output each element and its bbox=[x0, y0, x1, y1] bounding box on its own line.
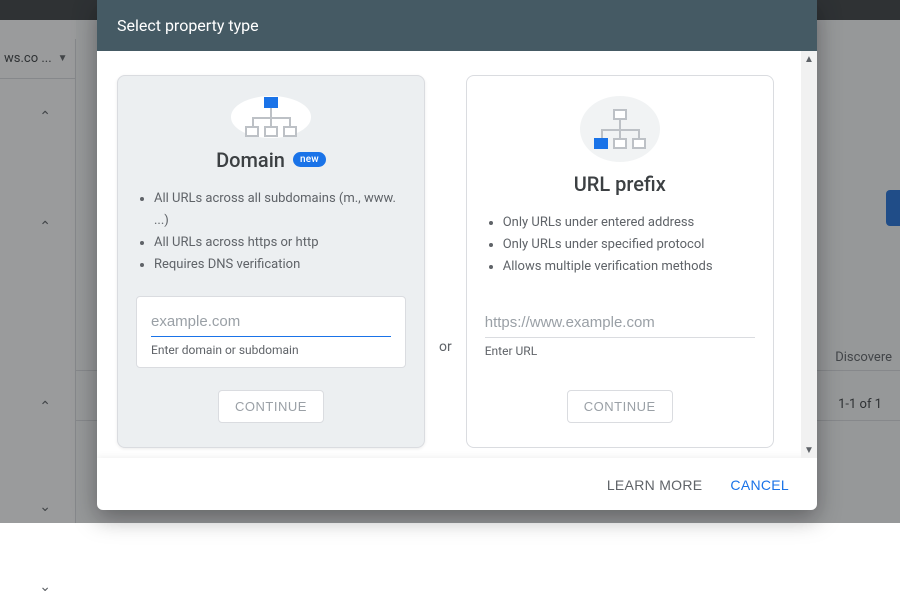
domain-continue-button[interactable]: CONTINUE bbox=[218, 390, 324, 423]
dialog-scrollbar[interactable]: ▲ ▼ bbox=[801, 51, 817, 458]
scroll-up-icon[interactable]: ▲ bbox=[801, 51, 817, 67]
url-prefix-input[interactable] bbox=[485, 310, 755, 338]
url-prefix-bullets: Only URLs under entered address Only URL… bbox=[485, 212, 755, 278]
url-prefix-input-box: Enter URL bbox=[485, 298, 755, 368]
domain-sitemap-icon bbox=[231, 96, 311, 138]
domain-bullet: All URLs across https or http bbox=[154, 232, 406, 254]
cancel-button[interactable]: CANCEL bbox=[730, 477, 789, 493]
domain-heading-text: Domain bbox=[216, 148, 285, 172]
domain-helper: Enter domain or subdomain bbox=[151, 343, 391, 357]
select-property-type-dialog: Select property type Domain new All URLs bbox=[97, 0, 817, 510]
url-prefix-helper: Enter URL bbox=[485, 344, 755, 358]
new-badge: new bbox=[293, 152, 326, 167]
chevron-down-icon[interactable]: ⌄ bbox=[39, 579, 51, 595]
domain-card[interactable]: Domain new All URLs across all subdomain… bbox=[117, 75, 425, 448]
url-prefix-bullet: Only URLs under specified protocol bbox=[503, 234, 755, 256]
domain-bullets: All URLs across all subdomains (m., www.… bbox=[136, 188, 406, 276]
domain-bullet: Requires DNS verification bbox=[154, 254, 406, 276]
url-prefix-card[interactable]: URL prefix Only URLs under entered addre… bbox=[466, 75, 774, 448]
url-prefix-bullet: Only URLs under entered address bbox=[503, 212, 755, 234]
domain-input-box: Enter domain or subdomain bbox=[136, 296, 406, 368]
dialog-footer: LEARN MORE CANCEL bbox=[97, 458, 817, 510]
url-prefix-heading: URL prefix bbox=[574, 172, 666, 196]
domain-input[interactable] bbox=[151, 309, 391, 337]
dialog-body: Domain new All URLs across all subdomain… bbox=[97, 51, 817, 458]
learn-more-button[interactable]: LEARN MORE bbox=[607, 477, 703, 493]
url-prefix-bullet: Allows multiple verification methods bbox=[503, 256, 755, 278]
domain-bullet: All URLs across all subdomains (m., www.… bbox=[154, 188, 406, 232]
domain-heading: Domain new bbox=[216, 148, 326, 172]
url-prefix-heading-text: URL prefix bbox=[574, 172, 666, 196]
url-prefix-sitemap-icon bbox=[580, 96, 660, 162]
dialog-title: Select property type bbox=[97, 0, 817, 51]
separator-or: or bbox=[439, 169, 452, 355]
scroll-down-icon[interactable]: ▼ bbox=[801, 442, 817, 458]
url-prefix-continue-button[interactable]: CONTINUE bbox=[567, 390, 673, 423]
